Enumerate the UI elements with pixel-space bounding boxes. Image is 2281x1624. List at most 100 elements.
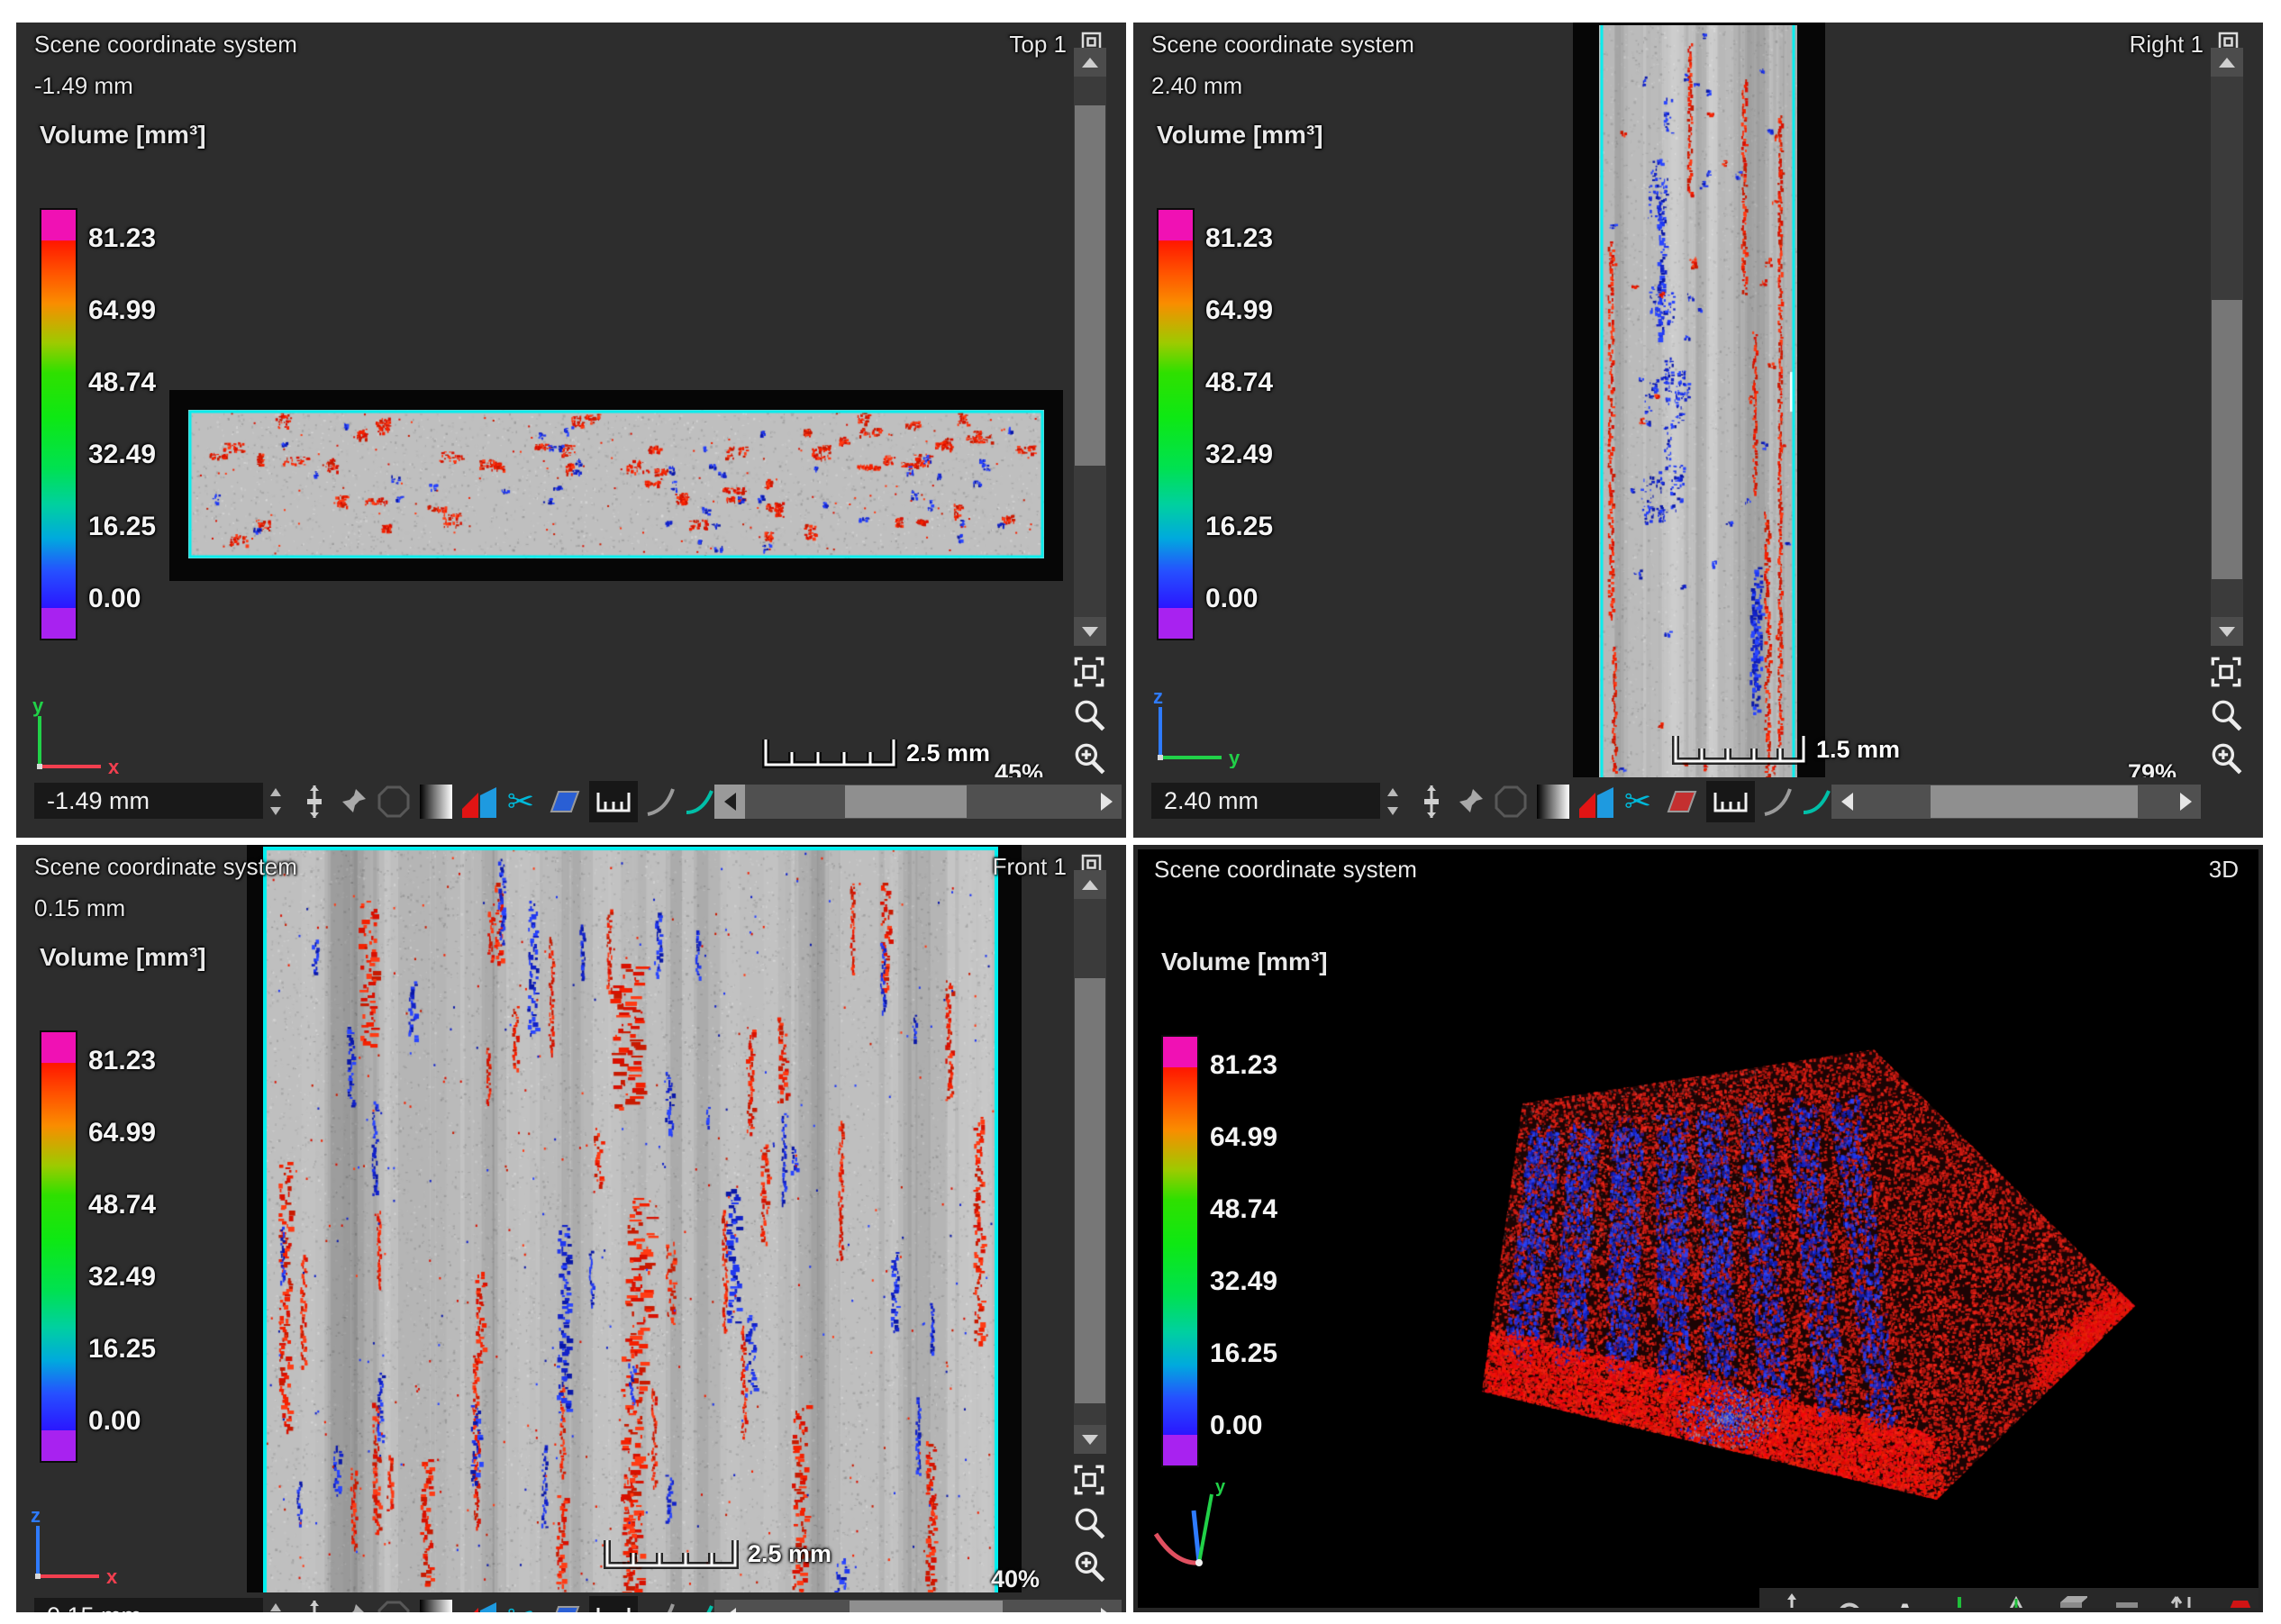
legend-colorbar — [1161, 1035, 1199, 1467]
zoom-tool-icon[interactable] — [1070, 696, 1108, 734]
histogram-icon[interactable] — [460, 781, 498, 822]
fit-view-icon[interactable] — [1070, 1461, 1108, 1499]
slice-slider-icon[interactable] — [298, 1596, 331, 1612]
slice-step-spinner-icon[interactable] — [259, 781, 292, 822]
clip-plane-icon[interactable] — [543, 1596, 583, 1612]
pin-view-icon[interactable] — [337, 781, 369, 822]
slice-position-input[interactable]: 2.40 mm — [1151, 783, 1380, 819]
zoom-in-icon[interactable] — [2207, 739, 2245, 777]
measure-arc-icon[interactable] — [1761, 781, 1794, 822]
scrollbar-thumb[interactable] — [1075, 978, 1105, 1403]
down-arrow-icon — [1082, 1435, 1098, 1445]
legend-colorbar — [40, 1030, 77, 1463]
region-ellipse-icon[interactable] — [1493, 781, 1529, 822]
legend-tick: 81.23 — [1205, 223, 1273, 254]
slice-slider-icon[interactable] — [1415, 781, 1448, 822]
scroll-down-button[interactable] — [1074, 617, 1106, 646]
clip-plane-icon[interactable] — [1660, 781, 1700, 822]
fit-view-icon[interactable] — [1070, 653, 1108, 691]
legend-tick: 48.74 — [88, 367, 156, 398]
scrollbar-thumb[interactable] — [1931, 785, 2138, 818]
measure-spline-icon[interactable] — [683, 781, 715, 822]
histogram-icon[interactable] — [1577, 781, 1615, 822]
scroll-down-button[interactable] — [2211, 617, 2243, 646]
region-ellipse-icon[interactable] — [376, 781, 412, 822]
clip-plane-icon[interactable] — [543, 781, 583, 822]
legend-tick: 64.99 — [1205, 295, 1273, 326]
clip-scissors-icon[interactable]: ✂ — [504, 781, 537, 822]
horizontal-scrollbar[interactable] — [1831, 785, 2201, 819]
scroll-right-button[interactable] — [1091, 1600, 1122, 1612]
scroll-down-button[interactable] — [1074, 1425, 1106, 1454]
up-arrow-icon — [1082, 880, 1098, 890]
zoom-tool-icon[interactable] — [2207, 696, 2245, 734]
legend-tick: 81.23 — [88, 223, 156, 254]
scrollbar-thumb[interactable] — [1075, 105, 1105, 466]
clip-scissors-icon[interactable]: ✂ — [504, 1596, 537, 1612]
slice-image[interactable] — [263, 847, 998, 1603]
pin-view-icon[interactable] — [1454, 781, 1486, 822]
vertical-scrollbar[interactable] — [1074, 870, 1106, 1454]
scroll-up-button[interactable] — [1074, 870, 1106, 899]
histogram-icon[interactable] — [460, 1596, 498, 1612]
vertical-scrollbar[interactable] — [1074, 48, 1106, 646]
slice-image[interactable] — [1599, 25, 1797, 788]
up-arrow-icon — [1082, 58, 1098, 68]
zoom-tool-icon[interactable] — [1070, 1504, 1108, 1542]
legend-title: Volume [mm³] — [40, 122, 206, 150]
scrollbar-thumb[interactable] — [2212, 300, 2242, 579]
slice-step-spinner-icon[interactable] — [259, 1596, 292, 1612]
scroll-up-button[interactable] — [2211, 48, 2243, 77]
svg-text:y: y — [1229, 747, 1240, 768]
scroll-left-button[interactable] — [714, 1600, 745, 1612]
pin-view-icon[interactable] — [337, 1596, 369, 1612]
gray-cube-icon[interactable] — [2055, 1592, 2087, 1612]
gray-value-ramp-icon[interactable] — [1535, 781, 1571, 822]
left-arrow-icon — [724, 1608, 736, 1612]
marker-icon[interactable]: A — [1887, 1592, 1920, 1612]
measure-arc-icon[interactable] — [644, 1596, 677, 1612]
horizontal-scrollbar[interactable] — [714, 1600, 1122, 1612]
clip-scissors-icon[interactable]: ✂ — [1622, 781, 1654, 822]
prism-icon[interactable] — [1999, 1592, 2031, 1612]
axis-line-icon[interactable] — [1943, 1592, 1976, 1612]
fit-view-icon[interactable] — [2207, 653, 2245, 691]
panel-front-view: Scene coordinate system 0.15 mm Front 1 … — [16, 845, 1126, 1612]
zoom-in-icon[interactable] — [1070, 1547, 1108, 1585]
slice-position-input[interactable]: 0.15 mm — [34, 1598, 263, 1612]
navigation-icon[interactable] — [1776, 1592, 1808, 1612]
zoom-in-icon[interactable] — [1070, 739, 1108, 777]
legend-tick: 16.25 — [88, 512, 156, 542]
scrollbar-thumb[interactable] — [850, 1601, 1003, 1612]
scroll-left-button[interactable] — [1831, 785, 1862, 819]
double-arrows-icon[interactable] — [2167, 1592, 2199, 1612]
legend-tick: 48.74 — [1210, 1194, 1277, 1225]
measure-ruler-icon[interactable] — [1706, 781, 1755, 822]
view-name-label: Front 1 — [993, 854, 1067, 880]
scroll-left-button[interactable] — [714, 785, 745, 819]
legend-underflow-swatch — [41, 1430, 76, 1461]
red-trapezoid-icon[interactable] — [2222, 1592, 2255, 1612]
region-ellipse-icon[interactable] — [376, 1596, 412, 1612]
gray-value-ramp-icon[interactable] — [418, 1596, 454, 1612]
measure-ruler-icon[interactable] — [589, 1596, 638, 1612]
measure-spline-icon[interactable] — [1800, 781, 1832, 822]
slice-image[interactable] — [188, 410, 1044, 558]
svg-text:x: x — [106, 1565, 118, 1587]
measure-spline-icon[interactable] — [683, 1596, 715, 1612]
measure-ruler-icon[interactable] — [589, 781, 638, 822]
slice-step-spinner-icon[interactable] — [1377, 781, 1409, 822]
slice-slider-icon[interactable] — [298, 781, 331, 822]
measure-arc-icon[interactable] — [644, 781, 677, 822]
gray-value-ramp-icon[interactable] — [418, 781, 454, 822]
scroll-right-button[interactable] — [2170, 785, 2201, 819]
red-cube-icon[interactable] — [2111, 1592, 2143, 1612]
scroll-right-button[interactable] — [1091, 785, 1122, 819]
slice-position-input[interactable]: -1.49 mm — [34, 783, 263, 819]
scrollbar-thumb[interactable] — [845, 785, 967, 818]
horizontal-scrollbar[interactable] — [714, 785, 1122, 819]
undo-view-icon[interactable] — [1831, 1592, 1864, 1612]
coordinate-system-label: Scene coordinate system — [34, 854, 297, 880]
scroll-up-button[interactable] — [1074, 48, 1106, 77]
vertical-scrollbar[interactable] — [2211, 48, 2243, 646]
